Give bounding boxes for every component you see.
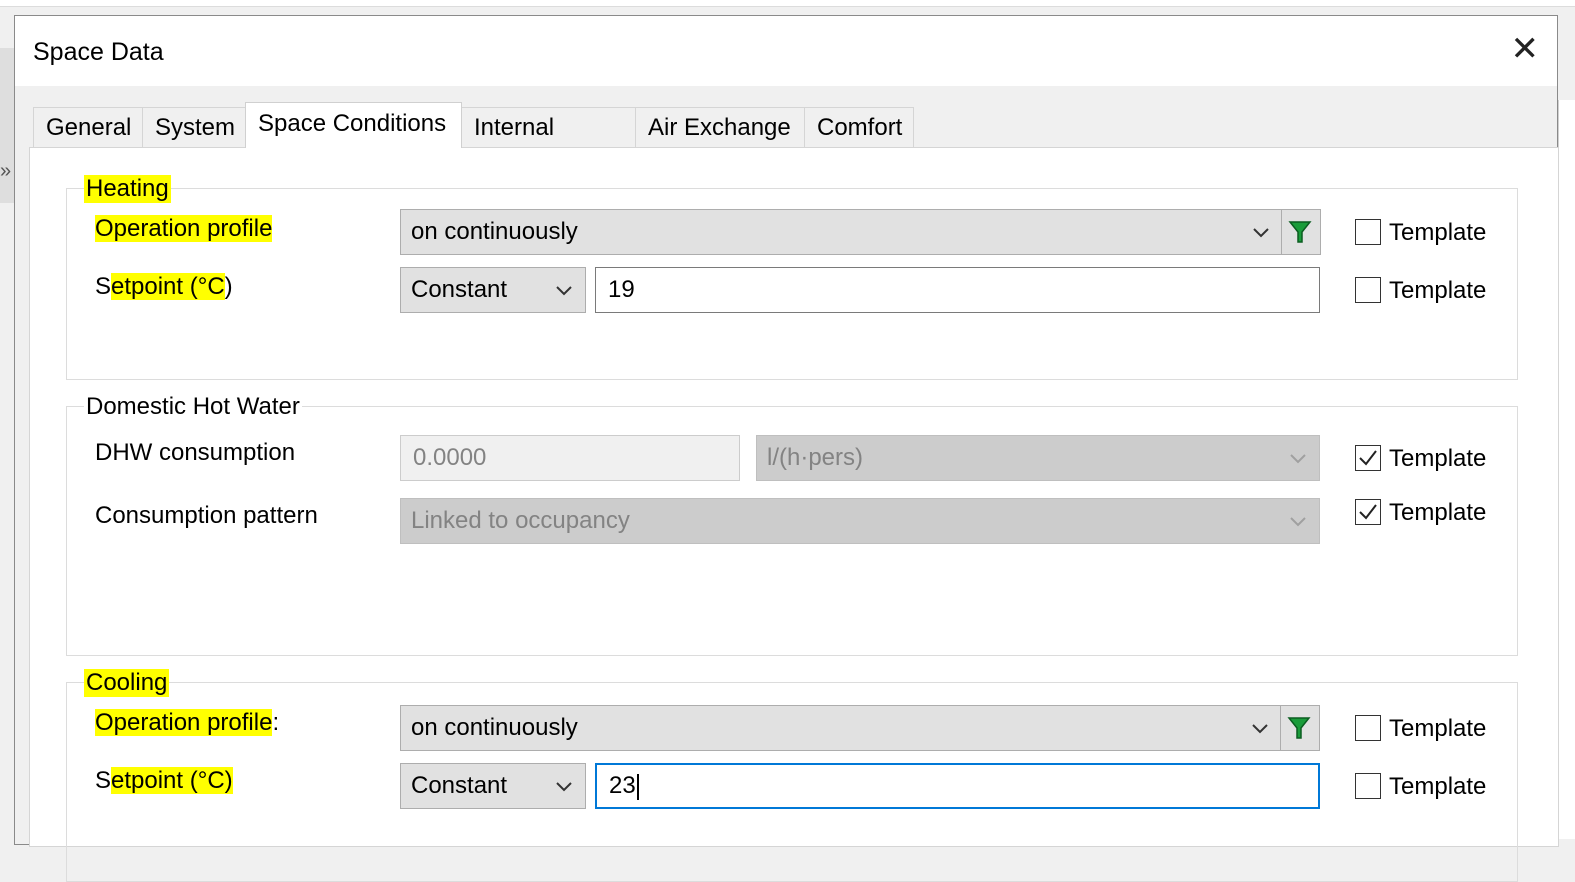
heating-operation-profile-label: Operation profile <box>95 215 273 242</box>
heating-setpoint-mode-select[interactable]: Constant <box>400 267 586 313</box>
dhw-group: Domestic Hot Water DHW consumption 0.000… <box>66 393 1518 656</box>
background-window-edge <box>0 0 1575 7</box>
tab-panel-space-conditions: Heating Operation profile on continuousl… <box>29 147 1559 882</box>
dhw-consumption-input[interactable]: 0.0000 <box>400 435 740 481</box>
tab-label: Comfort <box>817 114 903 141</box>
dhw-unit-select[interactable]: l/(h·pers) <box>756 435 1320 481</box>
heating-operation-profile-select[interactable]: on continuously <box>400 209 1321 255</box>
background-window-right <box>1558 100 1575 839</box>
dhw-consumption-template-checkbox[interactable] <box>1355 445 1381 471</box>
dhw-pattern-template-checkbox[interactable] <box>1355 499 1381 525</box>
cooling-operation-profile-value: on continuously <box>411 714 578 741</box>
template-label: Template <box>1389 715 1487 742</box>
space-data-dialog: Space Data ✕ General System Space Condit… <box>14 15 1559 882</box>
checkmark-icon <box>1359 504 1377 520</box>
template-label: Template <box>1389 499 1487 526</box>
cooling-setpoint-input[interactable]: 23 <box>595 763 1320 809</box>
tab-comfort[interactable]: Comfort <box>804 107 914 147</box>
template-label: Template <box>1389 219 1487 246</box>
tab-label: System <box>155 114 236 141</box>
heating-setpoint-mode-value: Constant <box>411 276 508 303</box>
close-icon[interactable]: ✕ <box>1511 32 1540 66</box>
chevron-down-icon <box>556 782 572 792</box>
dhw-consumption-label: DHW consumption <box>95 439 296 466</box>
filter-funnel-icon[interactable] <box>1285 714 1313 742</box>
dhw-unit-value: l/(h·pers) <box>767 444 864 471</box>
cooling-setpoint-label: Setpoint (°C) <box>95 767 233 794</box>
chevron-down-icon <box>1252 724 1268 734</box>
background-expand-icon: » <box>0 160 12 182</box>
filter-funnel-icon[interactable] <box>1286 218 1314 246</box>
cooling-setpoint-mode-select[interactable]: Constant <box>400 763 586 809</box>
tab-label: Air Exchange <box>648 114 791 141</box>
tab-air-exchange[interactable]: Air Exchange <box>635 107 805 147</box>
cooling-operation-profile-select[interactable]: on continuously <box>400 705 1320 751</box>
cooling-legend: Cooling <box>84 669 170 697</box>
tab-space-conditions[interactable]: Space Conditions <box>245 102 462 148</box>
dhw-legend: Domestic Hot Water <box>84 393 302 421</box>
cooling-operation-profile-label: Operation profile: <box>95 709 280 736</box>
cooling-setpoint-mode-value: Constant <box>411 772 508 799</box>
cooling-operation-profile-template-checkbox[interactable] <box>1355 715 1381 741</box>
tab-label: General <box>46 114 132 141</box>
checkmark-icon <box>1359 450 1377 466</box>
template-label: Template <box>1389 445 1487 472</box>
cooling-setpoint-template-checkbox[interactable] <box>1355 773 1381 799</box>
tab-label: Space Conditions <box>258 110 447 137</box>
tab-general[interactable]: General <box>33 107 143 147</box>
heating-setpoint-label: Setpoint (°C) <box>95 273 233 300</box>
dhw-pattern-label: Consumption pattern <box>95 502 318 529</box>
dialog-title: Space Data <box>33 38 164 66</box>
dhw-pattern-value: Linked to occupancy <box>411 507 630 534</box>
cooling-group: Cooling Operation profile: on continuous… <box>66 669 1518 882</box>
title-bar: Space Data ✕ <box>15 16 1557 86</box>
heating-operation-profile-value: on continuously <box>411 218 578 245</box>
combo-separator <box>1280 706 1281 750</box>
chevron-down-icon <box>556 286 572 296</box>
text-caret <box>636 773 639 800</box>
chevron-down-icon <box>1253 228 1269 238</box>
tab-internal-gains[interactable]: Internal Gains <box>461 107 636 181</box>
cooling-setpoint-value: 23 <box>609 772 636 799</box>
tab-system[interactable]: System <box>142 107 246 147</box>
heating-legend: Heating <box>84 175 171 203</box>
chevron-down-icon <box>1290 517 1306 527</box>
heating-setpoint-template-checkbox[interactable] <box>1355 277 1381 303</box>
dhw-consumption-value: 0.0000 <box>413 444 487 471</box>
template-label: Template <box>1389 773 1487 800</box>
heating-operation-profile-template-checkbox[interactable] <box>1355 219 1381 245</box>
combo-separator <box>1281 210 1282 254</box>
heating-group: Heating Operation profile on continuousl… <box>66 175 1518 380</box>
template-label: Template <box>1389 277 1487 304</box>
dhw-pattern-select[interactable]: Linked to occupancy <box>400 498 1320 544</box>
heating-setpoint-value: 19 <box>608 276 635 303</box>
chevron-down-icon <box>1290 454 1306 464</box>
heating-setpoint-input[interactable]: 19 <box>595 267 1320 313</box>
